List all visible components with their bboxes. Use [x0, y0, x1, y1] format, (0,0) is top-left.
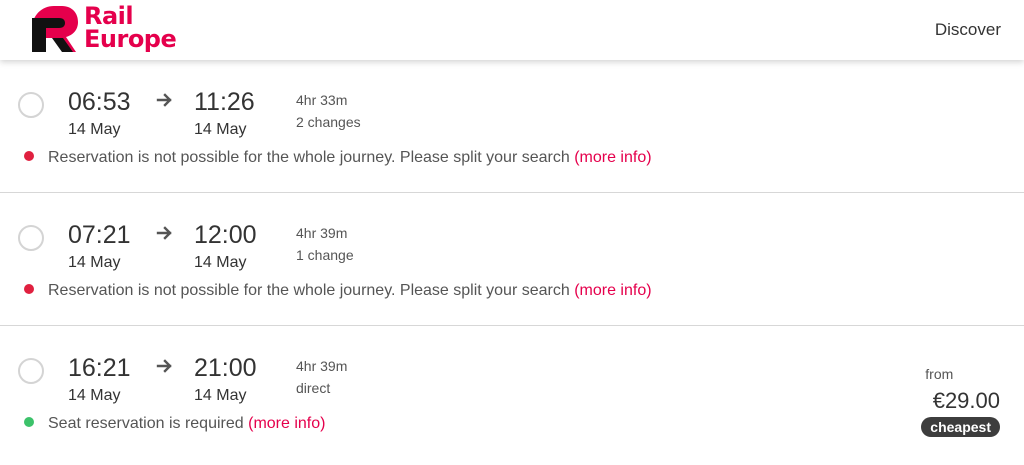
arrow-right-icon	[156, 93, 172, 107]
arrow-right-icon	[156, 226, 172, 240]
more-info-link[interactable]: (more info)	[574, 282, 651, 299]
reservation-notice: Seat reservation is required (more info)	[24, 415, 325, 433]
departure-date: 14 May	[68, 387, 121, 404]
nav-discover-link[interactable]: Discover	[935, 20, 1001, 40]
more-info-link[interactable]: (more info)	[574, 149, 651, 166]
journey-changes: 2 changes	[296, 114, 361, 130]
reservation-notice: Reservation is not possible for the whol…	[24, 282, 652, 300]
arrival-time: 12:00	[194, 221, 257, 249]
journey-results-list: 06:53 14 May 11:26 14 May 4hr 33m 2 chan…	[0, 60, 1024, 465]
journey-changes: direct	[296, 380, 331, 396]
price-summary[interactable]: from €29.00 cheapest	[921, 366, 1000, 437]
arrival-time: 11:26	[194, 88, 255, 116]
arrival-time: 21:00	[194, 354, 257, 382]
status-dot-red-icon	[24, 151, 34, 161]
arrival-date: 14 May	[194, 121, 247, 138]
rail-europe-logo[interactable]: Rail Europe	[32, 4, 202, 55]
notice-text: Reservation is not possible for the whol…	[48, 149, 570, 166]
journey-changes: 1 change	[296, 247, 354, 263]
journey-card[interactable]: 06:53 14 May 11:26 14 May 4hr 33m 2 chan…	[0, 60, 1024, 193]
departure-time: 16:21	[68, 354, 131, 382]
rail-europe-logo-icon	[32, 6, 78, 52]
logo-line-europe: Europe	[84, 25, 177, 53]
notice-text: Reservation is not possible for the whol…	[48, 282, 570, 299]
status-dot-green-icon	[24, 417, 34, 427]
radio-unselected-icon[interactable]	[18, 358, 44, 384]
departure-date: 14 May	[68, 121, 121, 138]
departure-time: 07:21	[68, 221, 131, 249]
journey-duration: 4hr 33m	[296, 92, 348, 108]
more-info-link[interactable]: (more info)	[248, 415, 325, 432]
cheapest-badge: cheapest	[921, 417, 1000, 437]
price-amount: €29.00	[932, 388, 1000, 413]
arrow-right-icon	[156, 359, 172, 373]
arrival-date: 14 May	[194, 387, 247, 404]
price-from-label: from	[925, 366, 954, 382]
departure-time: 06:53	[68, 88, 131, 116]
journey-card[interactable]: 16:21 14 May 21:00 14 May 4hr 39m direct…	[0, 326, 1024, 465]
reservation-notice: Reservation is not possible for the whol…	[24, 149, 652, 167]
logo-wordmark: Rail Europe	[84, 4, 177, 53]
departure-date: 14 May	[68, 254, 121, 271]
journey-duration: 4hr 39m	[296, 358, 348, 374]
radio-unselected-icon[interactable]	[18, 92, 44, 118]
radio-unselected-icon[interactable]	[18, 225, 44, 251]
journey-duration: 4hr 39m	[296, 225, 348, 241]
status-dot-red-icon	[24, 284, 34, 294]
site-header: Rail Europe Discover	[0, 0, 1024, 60]
journey-card[interactable]: 07:21 14 May 12:00 14 May 4hr 39m 1 chan…	[0, 193, 1024, 326]
arrival-date: 14 May	[194, 254, 247, 271]
notice-text: Seat reservation is required	[48, 415, 244, 432]
